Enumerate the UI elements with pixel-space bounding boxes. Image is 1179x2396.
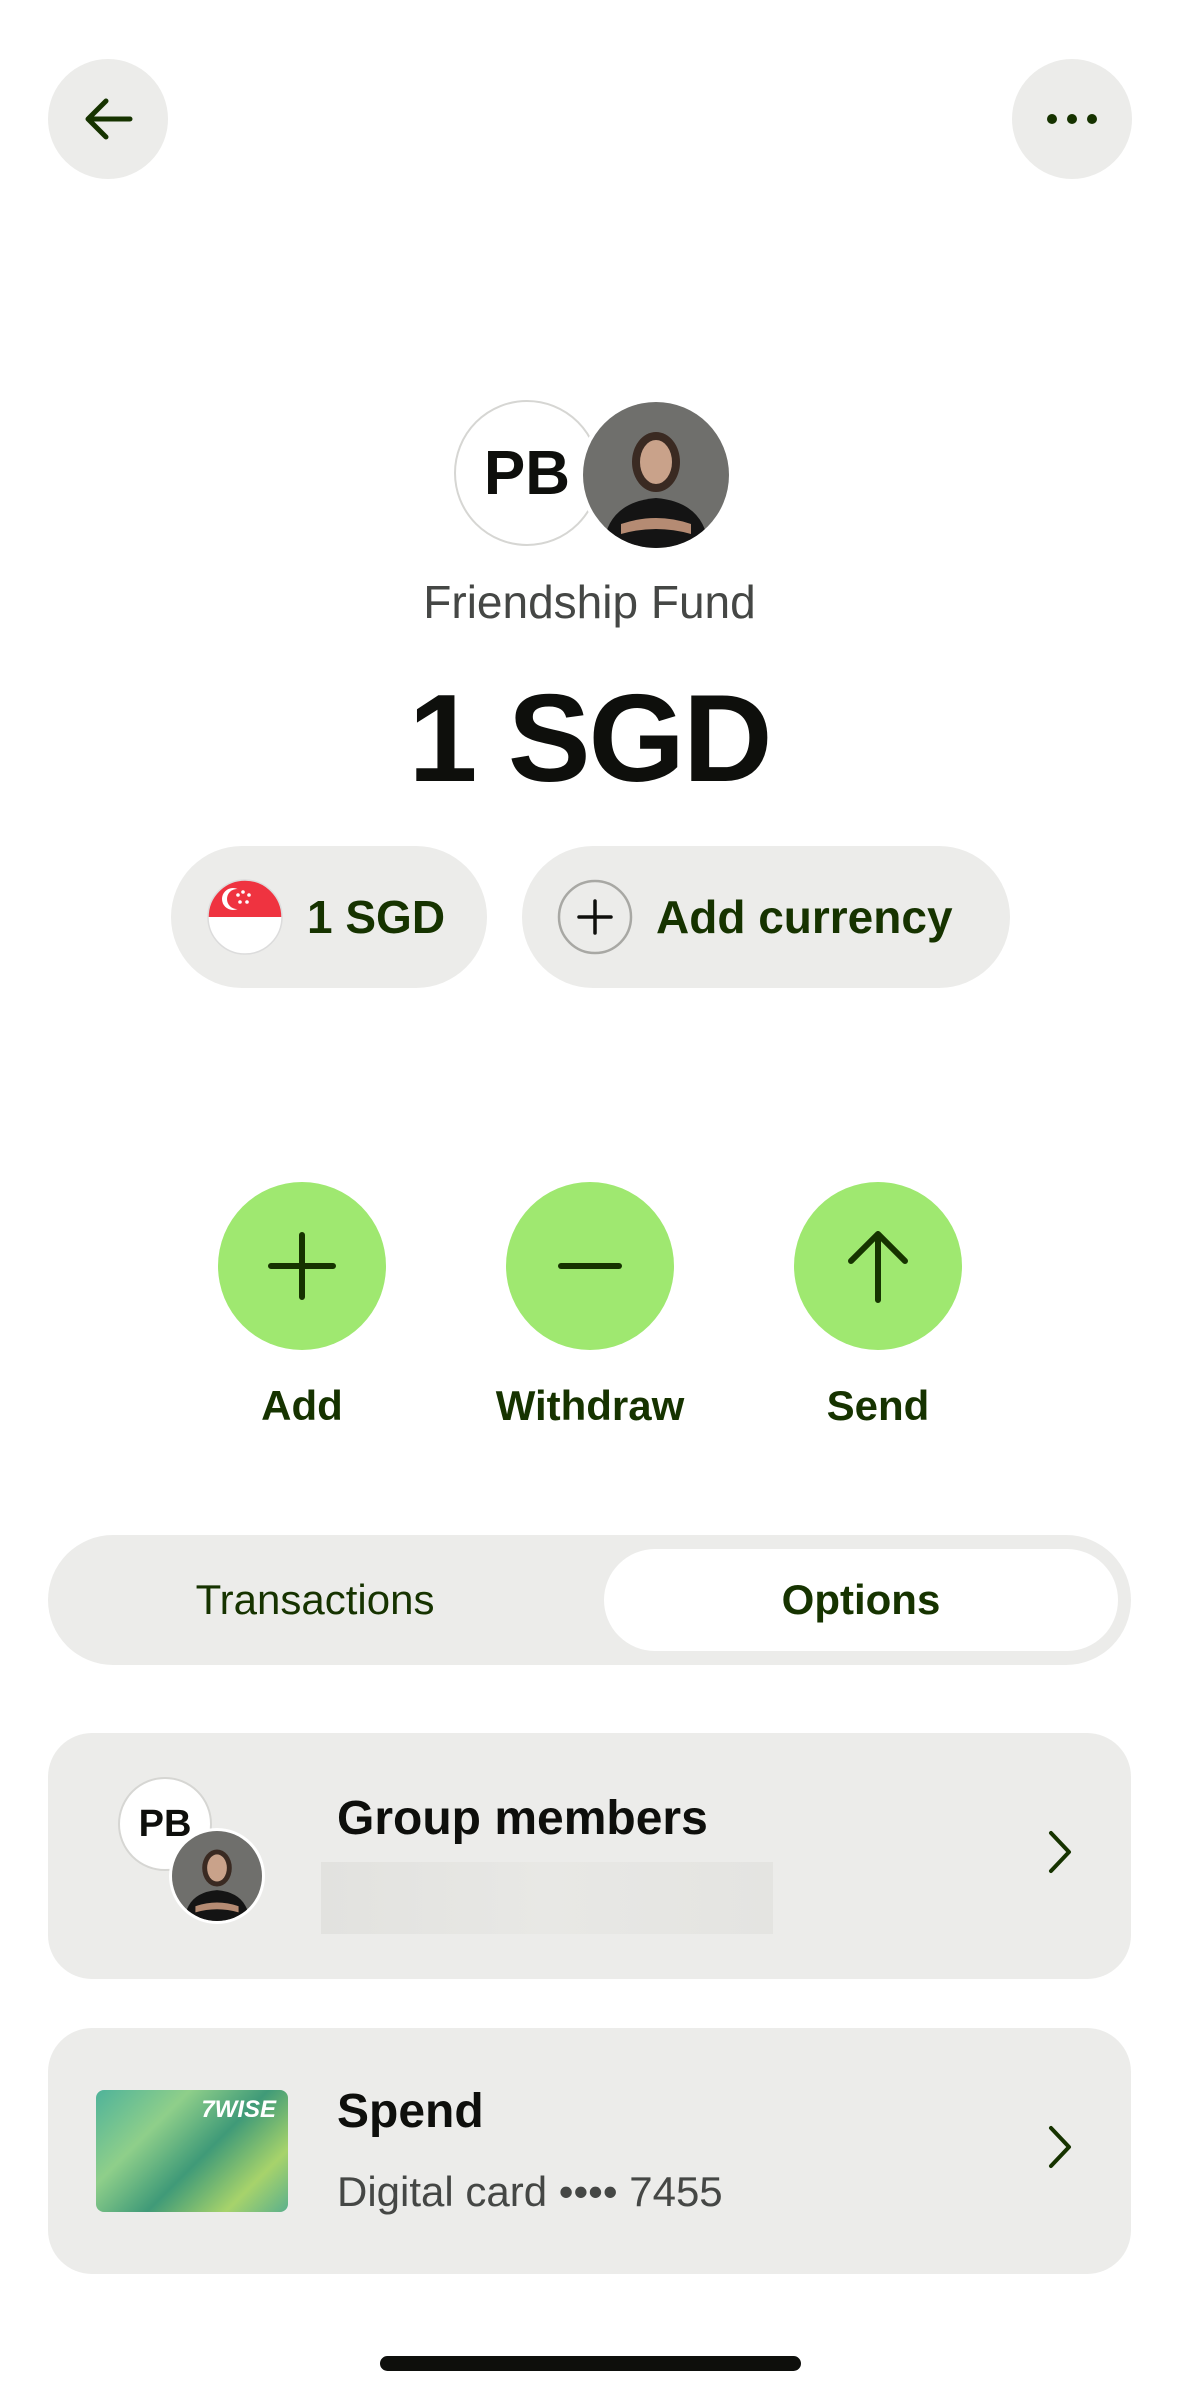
send-button[interactable] — [794, 1182, 962, 1350]
tab-options-label: Options — [781, 1576, 941, 1623]
send-label: Send — [826, 1382, 930, 1429]
member-avatar — [579, 398, 733, 552]
minus-icon — [558, 1263, 622, 1269]
tab-transactions-label: Transactions — [195, 1576, 435, 1623]
person-photo-icon — [583, 402, 729, 548]
members-photo-avatar — [169, 1828, 265, 1924]
total-balance: 1 SGD — [408, 670, 772, 808]
plus-icon — [268, 1232, 336, 1300]
more-options-button[interactable] — [1012, 59, 1132, 179]
withdraw-button[interactable] — [506, 1182, 674, 1350]
spend-title: Spend — [337, 2085, 484, 2138]
tab-options[interactable]: Options — [604, 1549, 1118, 1651]
currency-balance-pill[interactable]: 1 SGD — [171, 846, 487, 988]
group-members-title: Group members — [337, 1792, 708, 1845]
members-initials: PB — [138, 1802, 192, 1845]
home-indicator[interactable] — [380, 2356, 801, 2371]
plus-circle-icon — [557, 879, 633, 955]
wise-card-brand: 7WISE — [201, 2096, 276, 2123]
group-initials: PB — [483, 438, 571, 508]
add-money-button[interactable] — [218, 1182, 386, 1350]
withdraw-label: Withdraw — [495, 1382, 685, 1429]
arrow-up-icon — [848, 1231, 908, 1303]
singapore-flag-icon — [207, 879, 283, 955]
account-name: Friendship Fund — [423, 576, 756, 628]
chevron-right-icon — [1049, 2126, 1071, 2168]
chevron-right-icon — [1049, 1831, 1071, 1873]
person-photo-icon — [172, 1831, 262, 1921]
back-button[interactable] — [48, 59, 168, 179]
group-members-card[interactable]: PB Group members — [48, 1733, 1131, 1979]
add-label: Add — [261, 1382, 343, 1429]
wise-card-thumbnail: 7WISE — [96, 2090, 288, 2212]
add-currency-button[interactable]: Add currency — [522, 846, 1010, 988]
add-currency-label: Add currency — [656, 891, 953, 943]
card-number: Digital card •••• 7455 — [337, 2168, 723, 2215]
members-names-placeholder — [321, 1862, 773, 1934]
arrow-left-icon — [85, 98, 133, 140]
tab-transactions[interactable]: Transactions — [58, 1549, 572, 1651]
spend-card[interactable]: 7WISE Spend Digital card •••• 7455 — [48, 2028, 1131, 2274]
more-horizontal-icon — [1047, 114, 1097, 124]
currency-balance-label: 1 SGD — [307, 891, 446, 943]
tab-switcher: Transactions Options — [48, 1535, 1131, 1665]
